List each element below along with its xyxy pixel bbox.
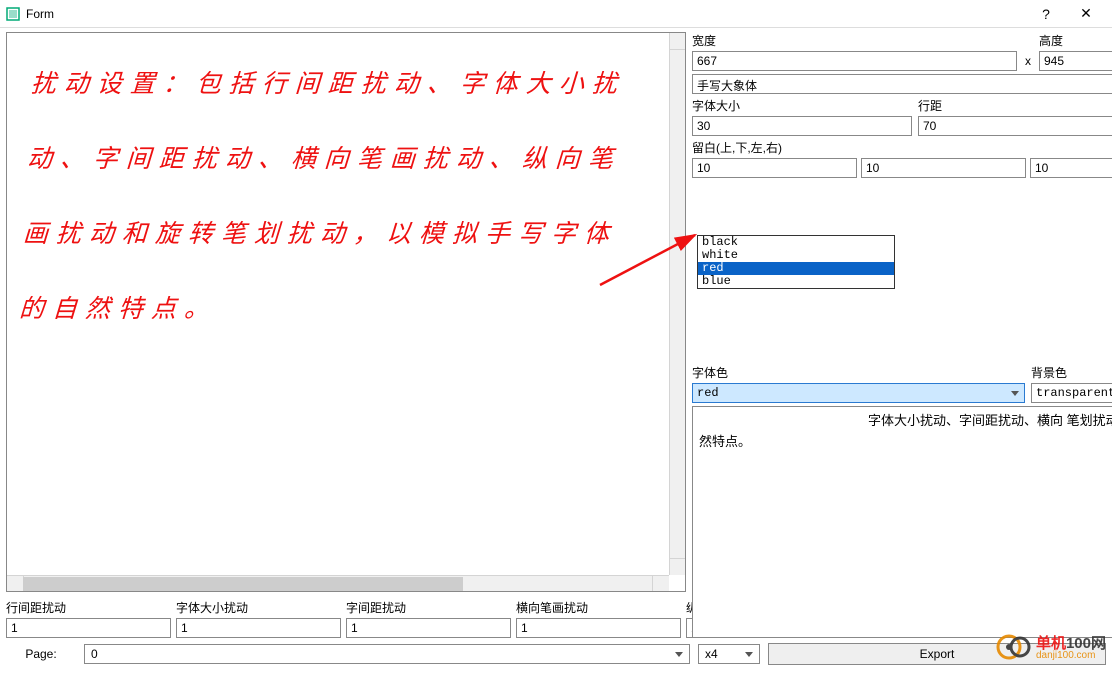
char-spacing-perturb-input[interactable]	[346, 618, 511, 638]
dimension-separator: x	[1023, 54, 1033, 68]
margin-top-input[interactable]	[692, 158, 857, 178]
description-textbox[interactable]: 字体大小扰动、字间距扰动、横向 笔划扰动，以模拟手写字体的自 然特点。	[692, 406, 1112, 638]
perturbation-row: 行间距扰动 字体大小扰动 字间距扰动 横向笔画扰动 纵向笔画扰动 旋转笔画扰动	[6, 599, 686, 638]
margin-left-input[interactable]	[1030, 158, 1112, 178]
bottom-bar: Page: 0 x4 Export	[0, 638, 1112, 670]
watermark: 单机100网 danji100.com	[996, 632, 1106, 665]
page-select[interactable]: 0	[84, 644, 690, 664]
height-input[interactable]	[1039, 51, 1112, 71]
help-button[interactable]: ?	[1026, 0, 1066, 28]
font-size-perturb-input[interactable]	[176, 618, 341, 638]
watermark-logo-icon	[996, 632, 1032, 665]
titlebar: Form ? ✕	[0, 0, 1112, 28]
font-size-input[interactable]	[692, 116, 912, 136]
horizontal-scrollbar[interactable]	[7, 575, 669, 591]
bg-color-select[interactable]: transparent	[1031, 383, 1112, 403]
line-spacing-perturb-label: 行间距扰动	[6, 599, 171, 616]
preview-canvas-frame: 扰动设置：包括行间距扰动、字体大小扰动、字间距扰动、横向笔画扰动、纵向笔画扰动和…	[6, 32, 686, 592]
preview-canvas[interactable]: 扰动设置：包括行间距扰动、字体大小扰动、字间距扰动、横向笔画扰动、纵向笔画扰动和…	[7, 33, 669, 575]
line-height-label: 行距	[918, 97, 1112, 114]
window-title: Form	[26, 7, 1026, 21]
line-height-input[interactable]	[918, 116, 1112, 136]
margin-label: 留白(上,下,左,右)	[692, 139, 1112, 156]
width-input[interactable]	[692, 51, 1017, 71]
app-icon	[6, 7, 20, 21]
option-blue[interactable]: blue	[698, 275, 894, 288]
height-label: 高度	[1039, 32, 1112, 49]
zoom-select[interactable]: x4	[698, 644, 760, 664]
char-spacing-perturb-label: 字间距扰动	[346, 599, 511, 616]
annotation-arrow-icon	[595, 230, 705, 290]
vertical-scrollbar[interactable]	[669, 33, 685, 575]
font-size-label: 字体大小	[692, 97, 912, 114]
right-panel: 宽度 x 高度 手写大象体 字体大小 行距 字距	[692, 32, 1112, 638]
width-label: 宽度	[692, 32, 1017, 49]
font-color-label: 字体色	[692, 364, 1025, 381]
font-size-perturb-label: 字体大小扰动	[176, 599, 341, 616]
font-family-select[interactable]: 手写大象体	[692, 74, 1112, 94]
zoom-value: x4	[705, 647, 718, 661]
close-button[interactable]: ✕	[1066, 0, 1106, 28]
font-color-select[interactable]: red	[692, 383, 1025, 403]
font-color-value: red	[697, 386, 719, 400]
margin-bottom-input[interactable]	[861, 158, 1026, 178]
left-panel: 扰动设置：包括行间距扰动、字体大小扰动、字间距扰动、横向笔画扰动、纵向笔画扰动和…	[6, 32, 686, 638]
font-color-dropdown[interactable]: black white red blue	[697, 235, 895, 289]
page-value: 0	[91, 647, 98, 661]
font-family-value: 手写大象体	[697, 79, 757, 93]
bg-color-label: 背景色	[1031, 364, 1112, 381]
preview-text: 扰动设置：包括行间距扰动、字体大小扰动、字间距扰动、横向笔画扰动、纵向笔画扰动和…	[17, 47, 659, 347]
page-label: Page:	[6, 647, 76, 661]
bg-color-value: transparent	[1036, 386, 1112, 400]
h-stroke-perturb-input[interactable]	[516, 618, 681, 638]
h-stroke-perturb-label: 横向笔画扰动	[516, 599, 681, 616]
option-white[interactable]: white	[698, 249, 894, 262]
line-spacing-perturb-input[interactable]	[6, 618, 171, 638]
